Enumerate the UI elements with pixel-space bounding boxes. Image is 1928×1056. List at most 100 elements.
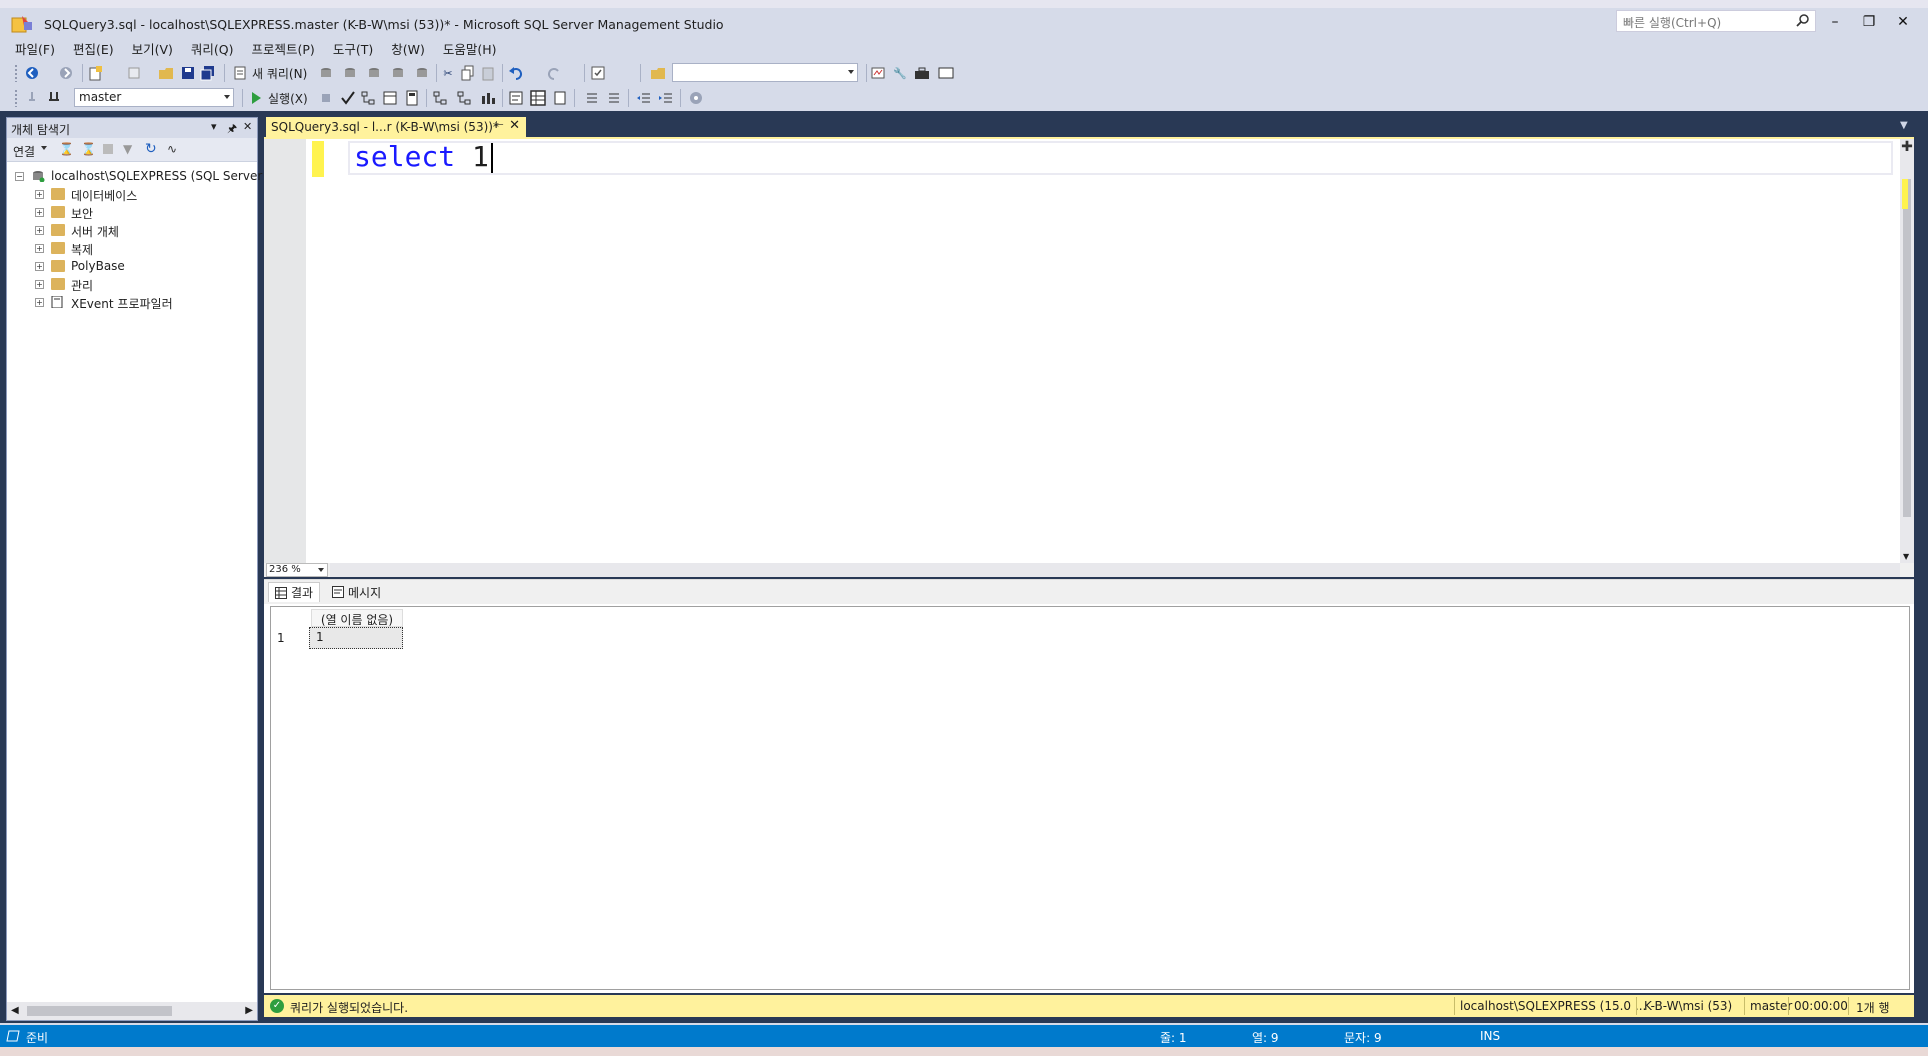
live-query-stats-icon[interactable]	[456, 90, 472, 106]
activity-monitor-icon[interactable]: ∿	[167, 142, 177, 156]
menu-window[interactable]: 창(W)	[382, 36, 434, 58]
code-line-1[interactable]: select 1	[354, 140, 493, 173]
new-query-icon[interactable]	[232, 65, 248, 81]
db-engine-query-icon[interactable]	[318, 65, 334, 81]
increase-indent-icon[interactable]	[658, 90, 674, 106]
menu-help[interactable]: 도움말(H)	[434, 36, 506, 58]
scrollbar-thumb[interactable]	[27, 1006, 172, 1016]
split-editor-icon[interactable]: ✚	[1900, 139, 1914, 157]
new-query-button[interactable]: 새 쿼리(N)	[252, 65, 307, 82]
dmx-query-icon[interactable]	[366, 65, 382, 81]
specify-template-values-icon[interactable]	[688, 90, 704, 106]
tree-node-server[interactable]: − localhost\SQLEXPRESS (SQL Server 1	[7, 168, 274, 186]
vertical-scrollbar[interactable]: ▼	[1900, 139, 1914, 563]
copy-icon[interactable]	[460, 65, 476, 81]
cut-icon[interactable]: ✂	[440, 65, 456, 81]
scroll-right-icon[interactable]: ▶	[245, 1005, 253, 1016]
scroll-down-icon[interactable]: ▼	[1903, 552, 1909, 561]
close-panel-icon[interactable]: ✕	[243, 120, 252, 133]
save-icon[interactable]	[180, 65, 196, 81]
tree-node-security[interactable]: + 보안	[7, 204, 257, 222]
xmla-query-icon[interactable]	[390, 65, 406, 81]
dax-query-icon[interactable]	[414, 65, 430, 81]
expand-icon[interactable]: +	[35, 262, 44, 271]
mdx-query-icon[interactable]	[342, 65, 358, 81]
toolbar-grip[interactable]	[14, 64, 18, 82]
parse-icon[interactable]	[340, 90, 356, 106]
include-actual-plan-icon[interactable]	[432, 90, 448, 106]
new-project-icon[interactable]	[88, 65, 104, 81]
zoom-select[interactable]: 236 %	[266, 563, 328, 577]
tab-results[interactable]: 결과	[268, 582, 321, 602]
tree-node-databases[interactable]: + 데이터베이스	[7, 186, 257, 204]
paste-icon[interactable]	[480, 65, 496, 81]
tree-node-xevent-profiler[interactable]: + XEvent 프로파일러	[7, 294, 257, 312]
client-statistics-icon[interactable]	[480, 90, 496, 106]
results-to-grid-icon[interactable]	[530, 90, 546, 106]
chevron-down-icon[interactable]	[41, 146, 47, 150]
tree-node-polybase[interactable]: + PolyBase	[7, 258, 257, 276]
save-all-icon[interactable]	[200, 65, 216, 81]
query-editor[interactable]: select 1 ▼ ✚	[264, 139, 1914, 563]
tree-node-server-objects[interactable]: + 서버 개체	[7, 222, 257, 240]
toolbar-grip[interactable]	[14, 89, 18, 107]
restore-button[interactable]: ❐	[1854, 10, 1884, 34]
stop-icon[interactable]	[103, 144, 113, 154]
change-connection-icon[interactable]	[46, 90, 62, 106]
editor-horizontal-scrollbar[interactable]	[330, 563, 1900, 577]
results-to-file-icon[interactable]	[552, 90, 568, 106]
menu-file[interactable]: 파일(F)	[6, 36, 64, 58]
find-combo[interactable]	[672, 63, 858, 82]
scroll-left-icon[interactable]: ◀	[11, 1005, 19, 1016]
pin-icon[interactable]: 🖈	[227, 120, 237, 139]
undo-icon[interactable]	[508, 65, 524, 81]
decrease-indent-icon[interactable]	[636, 90, 652, 106]
expand-icon[interactable]: +	[35, 190, 44, 199]
row-number[interactable]: 1	[277, 631, 285, 645]
close-tab-icon[interactable]: ✕	[509, 118, 520, 133]
expand-icon[interactable]: +	[35, 280, 44, 289]
solution-configurations-icon[interactable]	[590, 65, 606, 81]
redo-icon[interactable]	[546, 65, 562, 81]
disconnect-icon[interactable]: ⌛	[81, 142, 96, 156]
activity-monitor-icon[interactable]	[870, 65, 886, 81]
find-in-files-icon[interactable]	[650, 65, 666, 81]
tab-overflow-icon[interactable]: ▼	[1900, 120, 1908, 131]
open-file-icon[interactable]	[158, 65, 174, 81]
filter-icon[interactable]: ▼	[123, 142, 132, 156]
expand-icon[interactable]: +	[35, 244, 44, 253]
scrollbar-thumb[interactable]	[1903, 179, 1911, 517]
menu-query[interactable]: 쿼리(Q)	[182, 36, 243, 58]
expand-icon[interactable]: +	[35, 208, 44, 217]
execute-button[interactable]: 실행(X)	[268, 90, 308, 107]
results-to-text-icon[interactable]	[508, 90, 524, 106]
tab-messages[interactable]: 메시지	[326, 582, 387, 602]
forward-icon[interactable]	[58, 65, 74, 81]
connect-object-explorer-icon[interactable]: ⌛	[59, 142, 74, 156]
expand-icon[interactable]: +	[35, 226, 44, 235]
menu-project[interactable]: 프로젝트(P)	[243, 36, 324, 58]
results-grid[interactable]: (열 이름 없음) 1 1	[270, 606, 1910, 990]
tree-node-replication[interactable]: + 복제	[7, 240, 257, 258]
expand-icon[interactable]: +	[35, 298, 44, 307]
execute-icon[interactable]	[248, 90, 264, 106]
collapse-icon[interactable]: −	[15, 172, 24, 181]
connect-button[interactable]: 연결	[13, 143, 35, 160]
add-item-icon[interactable]	[126, 65, 142, 81]
display-estimated-plan-icon[interactable]	[360, 90, 376, 106]
refresh-icon[interactable]: ↻	[145, 141, 157, 157]
minimize-button[interactable]: –	[1820, 10, 1850, 34]
connect-icon[interactable]	[24, 90, 40, 106]
panel-dropdown-icon[interactable]: ▾	[211, 120, 217, 133]
toolbox-icon[interactable]	[914, 65, 930, 81]
back-icon[interactable]	[24, 65, 40, 81]
pin-tab-icon[interactable]: ⊢	[495, 120, 504, 131]
intellisense-icon[interactable]	[404, 90, 420, 106]
menu-tools[interactable]: 도구(T)	[324, 36, 382, 58]
command-window-icon[interactable]	[938, 65, 954, 81]
close-window-button[interactable]: ✕	[1888, 10, 1918, 34]
cancel-query-icon[interactable]	[318, 90, 334, 106]
menu-edit[interactable]: 편집(E)	[64, 36, 123, 58]
comment-out-icon[interactable]	[584, 90, 600, 106]
database-select[interactable]: master	[74, 88, 234, 107]
